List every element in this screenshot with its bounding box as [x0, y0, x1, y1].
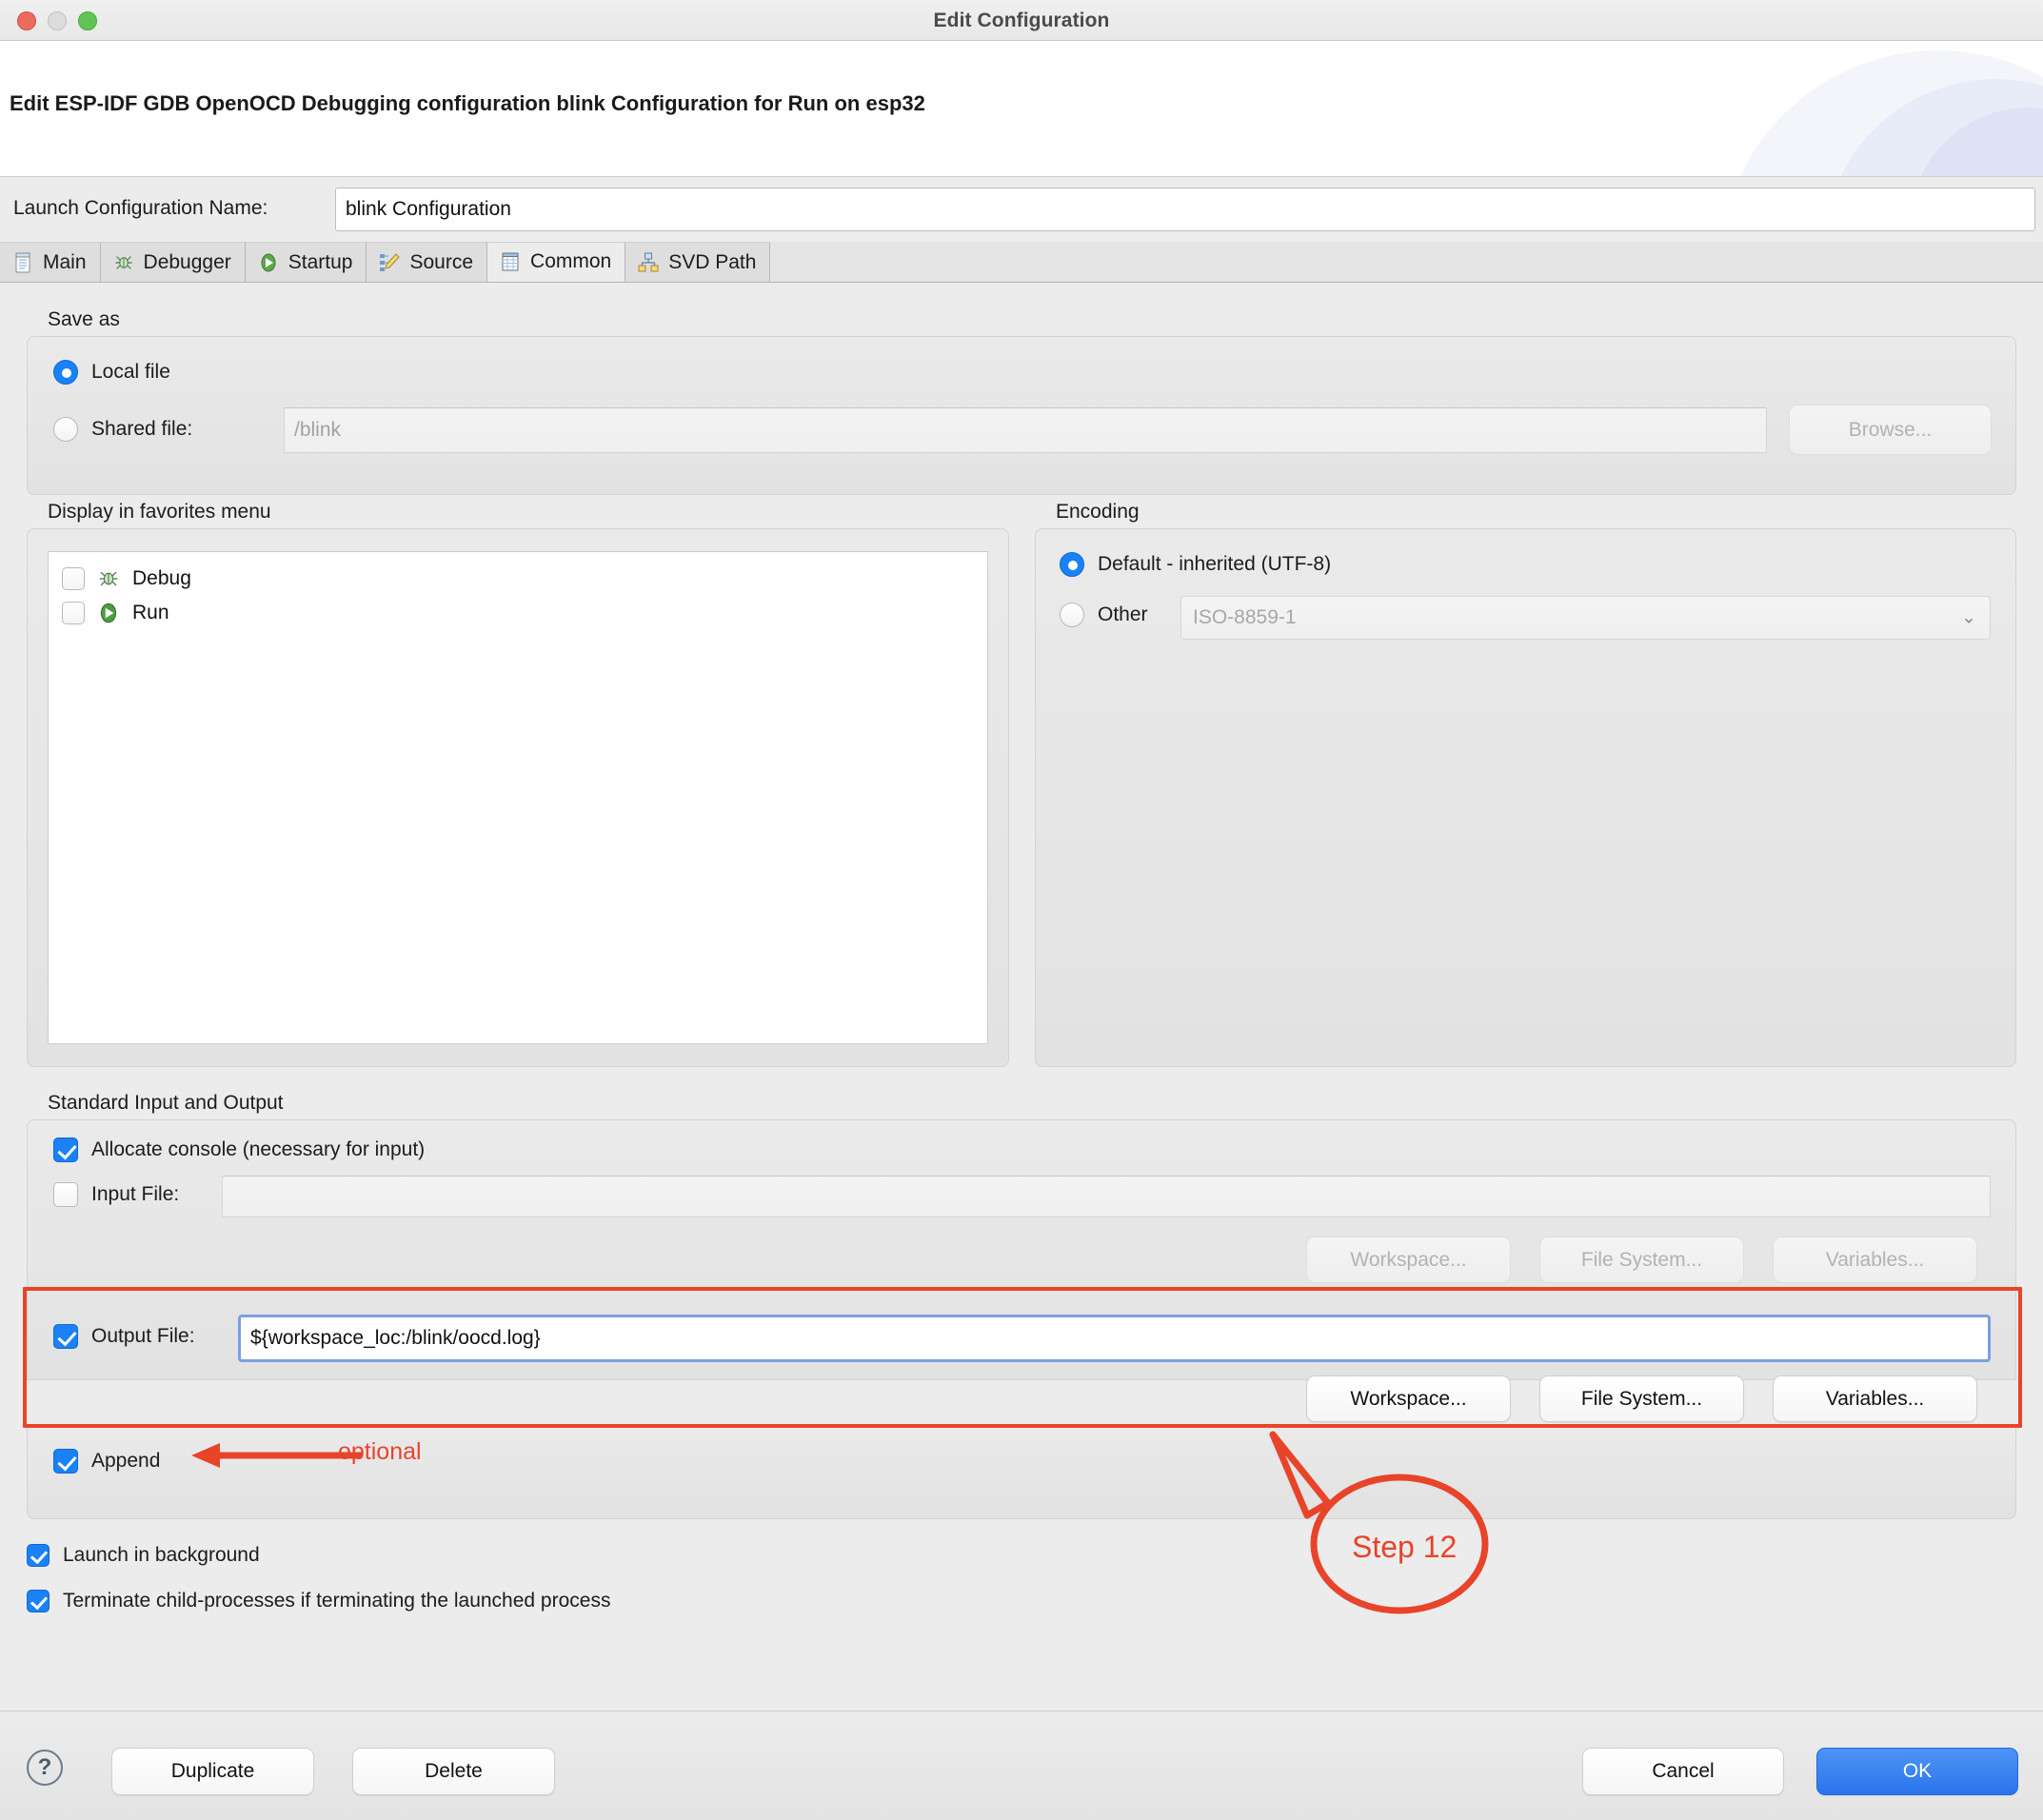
local-file-radio-row[interactable]: Local file [53, 360, 170, 385]
output-file-checkbox[interactable] [53, 1324, 78, 1349]
bug-icon [112, 251, 135, 274]
save-as-group-label: Save as [48, 308, 120, 330]
favorites-item-debug[interactable]: Debug [49, 562, 987, 596]
terminate-child-processes-checkbox[interactable] [27, 1590, 50, 1612]
dialog-header-banner: Edit ESP-IDF GDB OpenOCD Debugging confi… [0, 41, 2043, 177]
tab-common-label: Common [530, 250, 612, 272]
output-file-input[interactable]: ${workspace_loc:/blink/oocd.log} [238, 1315, 1991, 1362]
step-callout-label: Step 12 [1352, 1530, 1458, 1564]
append-label: Append [91, 1450, 161, 1472]
encoding-other-label: Other [1098, 603, 1148, 625]
shared-file-placeholder: /blink [294, 419, 342, 441]
input-file-row[interactable]: Input File: [53, 1182, 179, 1207]
output-variables-button[interactable]: Variables... [1773, 1375, 1977, 1422]
browse-button[interactable]: Browse... [1789, 405, 1992, 455]
encoding-other-radio[interactable] [1060, 603, 1084, 627]
tab-source-label: Source [409, 250, 474, 273]
append-checkbox[interactable] [53, 1449, 78, 1474]
output-file-row[interactable]: Output File: [53, 1324, 195, 1349]
allocate-console-label: Allocate console (necessary for input) [91, 1138, 426, 1160]
ok-button[interactable]: OK [1816, 1748, 2018, 1795]
help-icon[interactable]: ? [27, 1750, 63, 1786]
favorites-run-checkbox[interactable] [62, 602, 85, 624]
edit-configuration-dialog: Edit Configuration Edit ESP-IDF GDB Open… [0, 0, 2043, 1820]
tab-bar-filler [770, 242, 2043, 282]
append-row[interactable]: Append [53, 1449, 160, 1474]
terminate-child-processes-label: Terminate child-processes if terminating… [63, 1590, 611, 1612]
encoding-other-combobox[interactable]: ISO-8859-1 ⌄ [1180, 596, 1991, 640]
output-file-system-button[interactable]: File System... [1539, 1375, 1744, 1422]
tab-svd-path-label: SVD Path [668, 250, 757, 273]
encoding-other-value: ISO-8859-1 [1193, 606, 1297, 628]
local-file-radio[interactable] [53, 360, 78, 385]
local-file-label: Local file [91, 361, 170, 383]
favorites-listbox[interactable]: Debug Run [48, 551, 988, 1044]
configuration-tab-bar: Main Debugger Startup Source Common SVD … [0, 242, 2043, 283]
run-icon [96, 601, 121, 625]
favorites-debug-checkbox[interactable] [62, 567, 85, 590]
chevron-down-icon: ⌄ [1961, 607, 1976, 628]
tab-common[interactable]: Common [487, 242, 626, 282]
bug-icon [96, 566, 121, 591]
tab-source[interactable]: Source [367, 242, 488, 282]
favorites-run-label: Run [132, 602, 169, 623]
source-edit-icon [378, 251, 401, 274]
shared-file-input[interactable]: /blink [284, 407, 1767, 453]
favorites-debug-label: Debug [132, 567, 191, 589]
document-icon [11, 251, 34, 274]
tab-startup-label: Startup [288, 250, 353, 273]
common-tab-panel: Save as Local file Shared file: /blink B… [0, 283, 2043, 1711]
input-file-input[interactable] [222, 1176, 1991, 1217]
tab-debugger[interactable]: Debugger [100, 242, 246, 282]
shared-file-label: Shared file: [91, 418, 193, 440]
encoding-default-label: Default - inherited (UTF-8) [1098, 553, 1332, 575]
launch-in-background-row[interactable]: Launch in background [27, 1544, 260, 1567]
std-io-group-label: Standard Input and Output [48, 1092, 284, 1114]
window-titlebar: Edit Configuration [0, 0, 2043, 41]
shared-file-radio-row[interactable]: Shared file: [53, 417, 192, 442]
shared-file-radio[interactable] [53, 417, 78, 442]
table-icon [499, 250, 522, 273]
tab-svd-path[interactable]: SVD Path [625, 242, 771, 282]
launch-configuration-name-input[interactable]: blink Configuration [335, 188, 2035, 231]
encoding-default-radio[interactable] [1060, 552, 1084, 577]
cancel-button[interactable]: Cancel [1582, 1748, 1784, 1795]
input-file-label: Input File: [91, 1183, 180, 1205]
step-callout-icon [1269, 1431, 1489, 1614]
window-title: Edit Configuration [933, 10, 1110, 31]
encoding-default-radio-row[interactable]: Default - inherited (UTF-8) [1060, 552, 1331, 577]
favorites-group-label: Display in favorites menu [48, 501, 271, 523]
input-file-checkbox[interactable] [53, 1182, 78, 1207]
allocate-console-row[interactable]: Allocate console (necessary for input) [53, 1138, 425, 1162]
hierarchy-icon [637, 251, 660, 274]
input-variables-button[interactable]: Variables... [1773, 1236, 1977, 1283]
tab-main-label: Main [43, 250, 87, 273]
favorites-item-run[interactable]: Run [49, 596, 987, 630]
launch-in-background-checkbox[interactable] [27, 1544, 50, 1567]
duplicate-button[interactable]: Duplicate [111, 1748, 314, 1795]
output-file-value: ${workspace_loc:/blink/oocd.log} [250, 1327, 541, 1349]
output-file-label: Output File: [91, 1325, 195, 1347]
delete-button[interactable]: Delete [352, 1748, 555, 1795]
input-file-system-button[interactable]: File System... [1539, 1236, 1744, 1283]
launch-configuration-name-row: Launch Configuration Name: blink Configu… [0, 178, 2043, 243]
allocate-console-checkbox[interactable] [53, 1138, 78, 1162]
encoding-other-radio-row[interactable]: Other [1060, 603, 1148, 627]
tab-main[interactable]: Main [0, 242, 101, 282]
terminate-child-processes-row[interactable]: Terminate child-processes if terminating… [27, 1590, 610, 1612]
header-title: Edit ESP-IDF GDB OpenOCD Debugging confi… [10, 91, 925, 115]
tab-debugger-label: Debugger [143, 250, 231, 273]
play-icon [257, 251, 280, 274]
launch-in-background-label: Launch in background [63, 1544, 260, 1566]
tab-startup[interactable]: Startup [245, 242, 367, 282]
input-workspace-button[interactable]: Workspace... [1306, 1236, 1511, 1283]
launch-configuration-name-label: Launch Configuration Name: [13, 197, 268, 219]
encoding-group-label: Encoding [1056, 501, 1140, 523]
optional-annotation-label: optional [338, 1438, 422, 1465]
